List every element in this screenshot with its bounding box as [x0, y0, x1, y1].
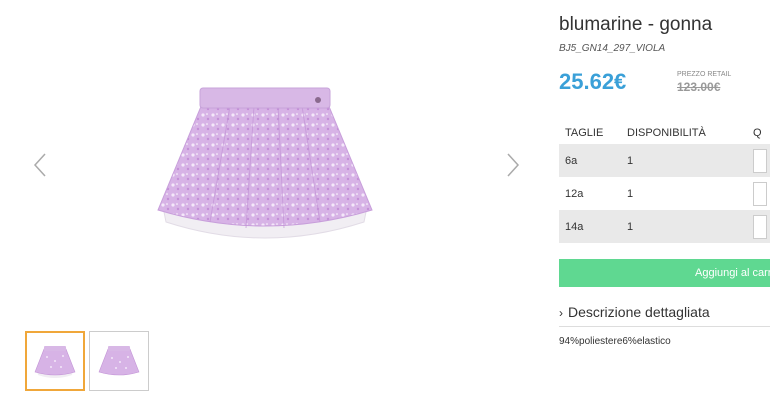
- skirt-thumbnail-image: [98, 346, 140, 376]
- thumbnail-1[interactable]: [25, 331, 85, 391]
- divider: [559, 326, 770, 327]
- thumbnail-2[interactable]: [89, 331, 149, 391]
- skirt-thumbnail-image: [34, 346, 76, 378]
- add-to-cart-button[interactable]: Aggiungi al carr: [559, 259, 770, 287]
- quantity-input[interactable]: [753, 181, 767, 206]
- product-price: 25.62€: [559, 69, 627, 94]
- column-header-availability: DISPONIBILITÀ: [627, 127, 706, 139]
- product-sku: BJ5_GN14_297_VIOLA: [559, 43, 666, 54]
- add-to-cart-label: Aggiungi al carr: [695, 267, 770, 279]
- size-cell: 12a: [559, 177, 621, 210]
- quantity-cell: [747, 210, 770, 243]
- size-cell: 14a: [559, 210, 621, 243]
- size-cell: 6a: [559, 144, 621, 177]
- retail-price-label: PREZZO RETAIL: [677, 71, 732, 78]
- availability-cell: 1: [621, 210, 747, 243]
- product-main-image: [150, 82, 380, 247]
- chevron-right-icon: [507, 153, 520, 177]
- quantity-cell: [747, 177, 770, 210]
- description-toggle[interactable]: › Descrizione dettagliata: [559, 304, 710, 320]
- product-gallery: [0, 0, 545, 408]
- chevron-right-icon: ›: [559, 306, 563, 320]
- table-header-row: TAGLIE DISPONIBILITÀ Q: [559, 122, 770, 144]
- description-text: 94%poliestere6%elastico: [559, 336, 671, 347]
- quantity-input[interactable]: [753, 214, 767, 239]
- description-heading: Descrizione dettagliata: [568, 304, 710, 320]
- chevron-left-icon: [33, 153, 46, 177]
- next-image-button[interactable]: [503, 150, 523, 180]
- availability-cell: 1: [621, 144, 747, 177]
- column-header-quantity: Q: [753, 127, 762, 139]
- size-availability-table: TAGLIE DISPONIBILITÀ Q 6a 1 12a 1 14a 1: [559, 122, 770, 243]
- availability-cell: 1: [621, 177, 747, 210]
- product-info: blumarine - gonna BJ5_GN14_297_VIOLA 25.…: [559, 0, 770, 408]
- prev-image-button[interactable]: [30, 150, 50, 180]
- table-row: 12a 1: [559, 177, 770, 210]
- thumbnail-strip: [25, 331, 149, 391]
- quantity-cell: [747, 144, 770, 177]
- quantity-input[interactable]: [753, 148, 767, 173]
- table-row: 6a 1: [559, 144, 770, 177]
- product-title: blumarine - gonna: [559, 14, 713, 35]
- retail-price: 123.00€: [677, 80, 721, 94]
- column-header-sizes: TAGLIE: [565, 127, 604, 139]
- table-row: 14a 1: [559, 210, 770, 243]
